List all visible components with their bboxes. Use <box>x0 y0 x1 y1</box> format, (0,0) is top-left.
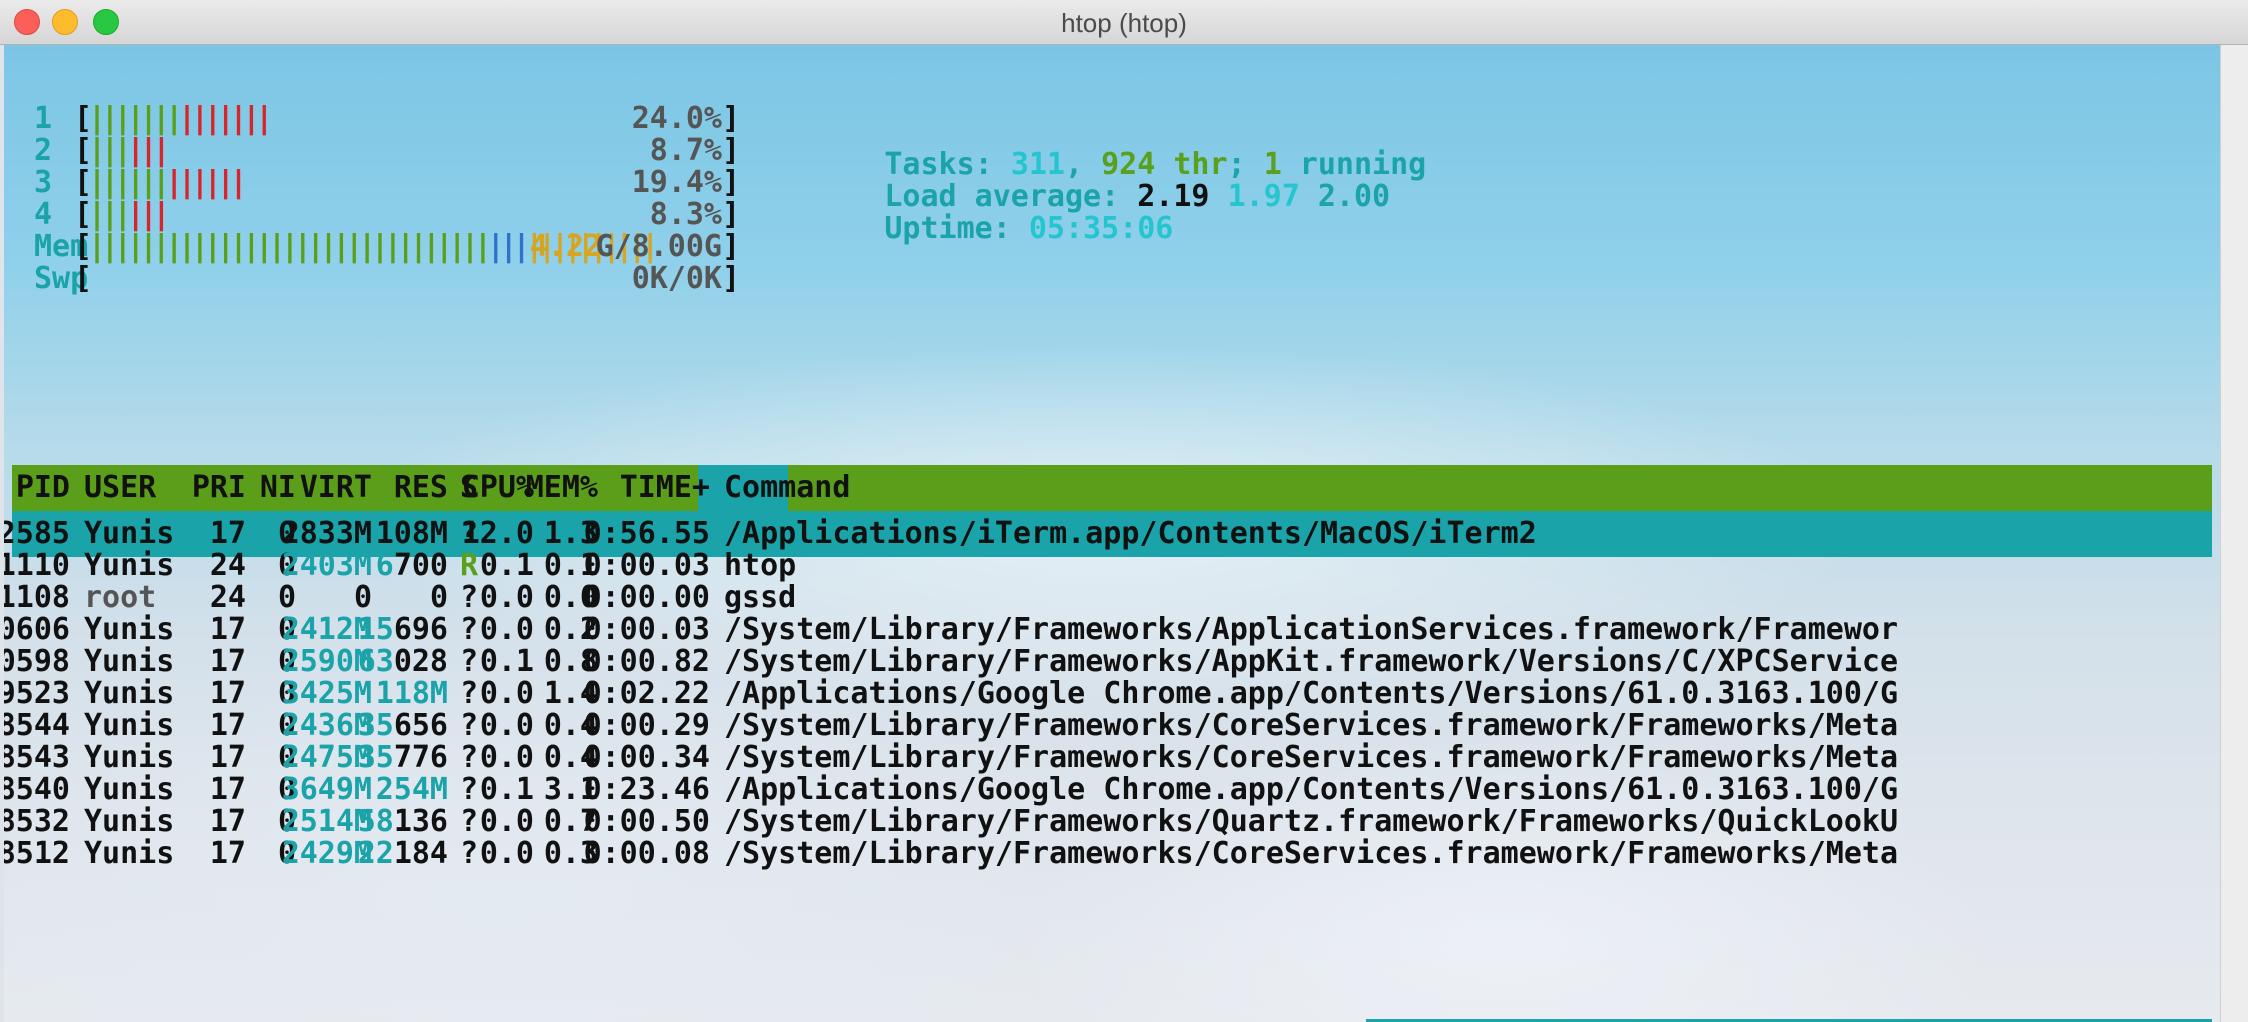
res-units: 184 <box>393 836 448 871</box>
process-cpu: 0.0 <box>479 836 534 871</box>
swap-meter: Swp[0K/0K] <box>4 256 744 302</box>
process-row[interactable]: 8512 Yunis 17 0 2429M 22184? 0.0 0.3 0:00.08/Sys… <box>4 831 2220 877</box>
column-header-pri[interactable]: PRI <box>192 465 246 511</box>
swap-meter-value: 0K/0K <box>631 261 722 296</box>
process-time: 0:00.08 <box>583 836 710 871</box>
column-header-ni[interactable]: NI <box>260 465 296 511</box>
column-header-virt[interactable]: VIRT <box>300 465 372 511</box>
load-15min: 2.00 <box>1317 179 1391 214</box>
load-5min: 1.97 <box>1227 179 1300 214</box>
column-header-time[interactable]: TIME+ <box>620 465 710 511</box>
process-res: 22184 <box>358 831 448 877</box>
uptime-label: Uptime: <box>884 211 1029 246</box>
column-header-pid[interactable]: PID <box>16 465 70 511</box>
process-s: ? <box>460 836 479 871</box>
column-header-cpu[interactable]: CPU% <box>462 465 534 511</box>
column-header-res[interactable]: RES <box>394 465 448 511</box>
window-title: htop (htop) <box>1061 8 1187 38</box>
terminal-area[interactable]: 1[|||||||||||||| 24.0%] 2[|||||| 8.7%] 3[|||… <box>4 45 2220 1022</box>
column-header-command[interactable]: Command <box>724 465 850 511</box>
process-pri: 17 <box>209 836 246 871</box>
process-user: Yunis <box>84 836 175 871</box>
process-cmd: /System/Library/Frameworks/CoreServices.… <box>724 836 1898 871</box>
title-bar: htop (htop) <box>0 0 2248 45</box>
res-thousands: 22 <box>357 836 394 871</box>
meter-open-bracket: [ <box>74 261 93 296</box>
scrollbar[interactable] <box>2220 45 2248 1022</box>
column-header-mem[interactable]: MEM% <box>526 465 598 511</box>
uptime-line: Uptime: 05:35:06 <box>776 160 1173 246</box>
uptime-value: 05:35:06 <box>1028 211 1174 246</box>
column-header-user[interactable]: USER <box>84 465 156 511</box>
meter-close-bracket: ] <box>721 261 740 296</box>
column-headers[interactable]: PID USER PRI NI VIRT RES S CPU% MEM% TIME+ Command <box>4 465 2220 511</box>
process-pid: 8512 <box>4 836 70 871</box>
terminal-window: htop (htop) 1[|||||||||||||| 24.0%] 2[||||… <box>0 0 2248 1022</box>
